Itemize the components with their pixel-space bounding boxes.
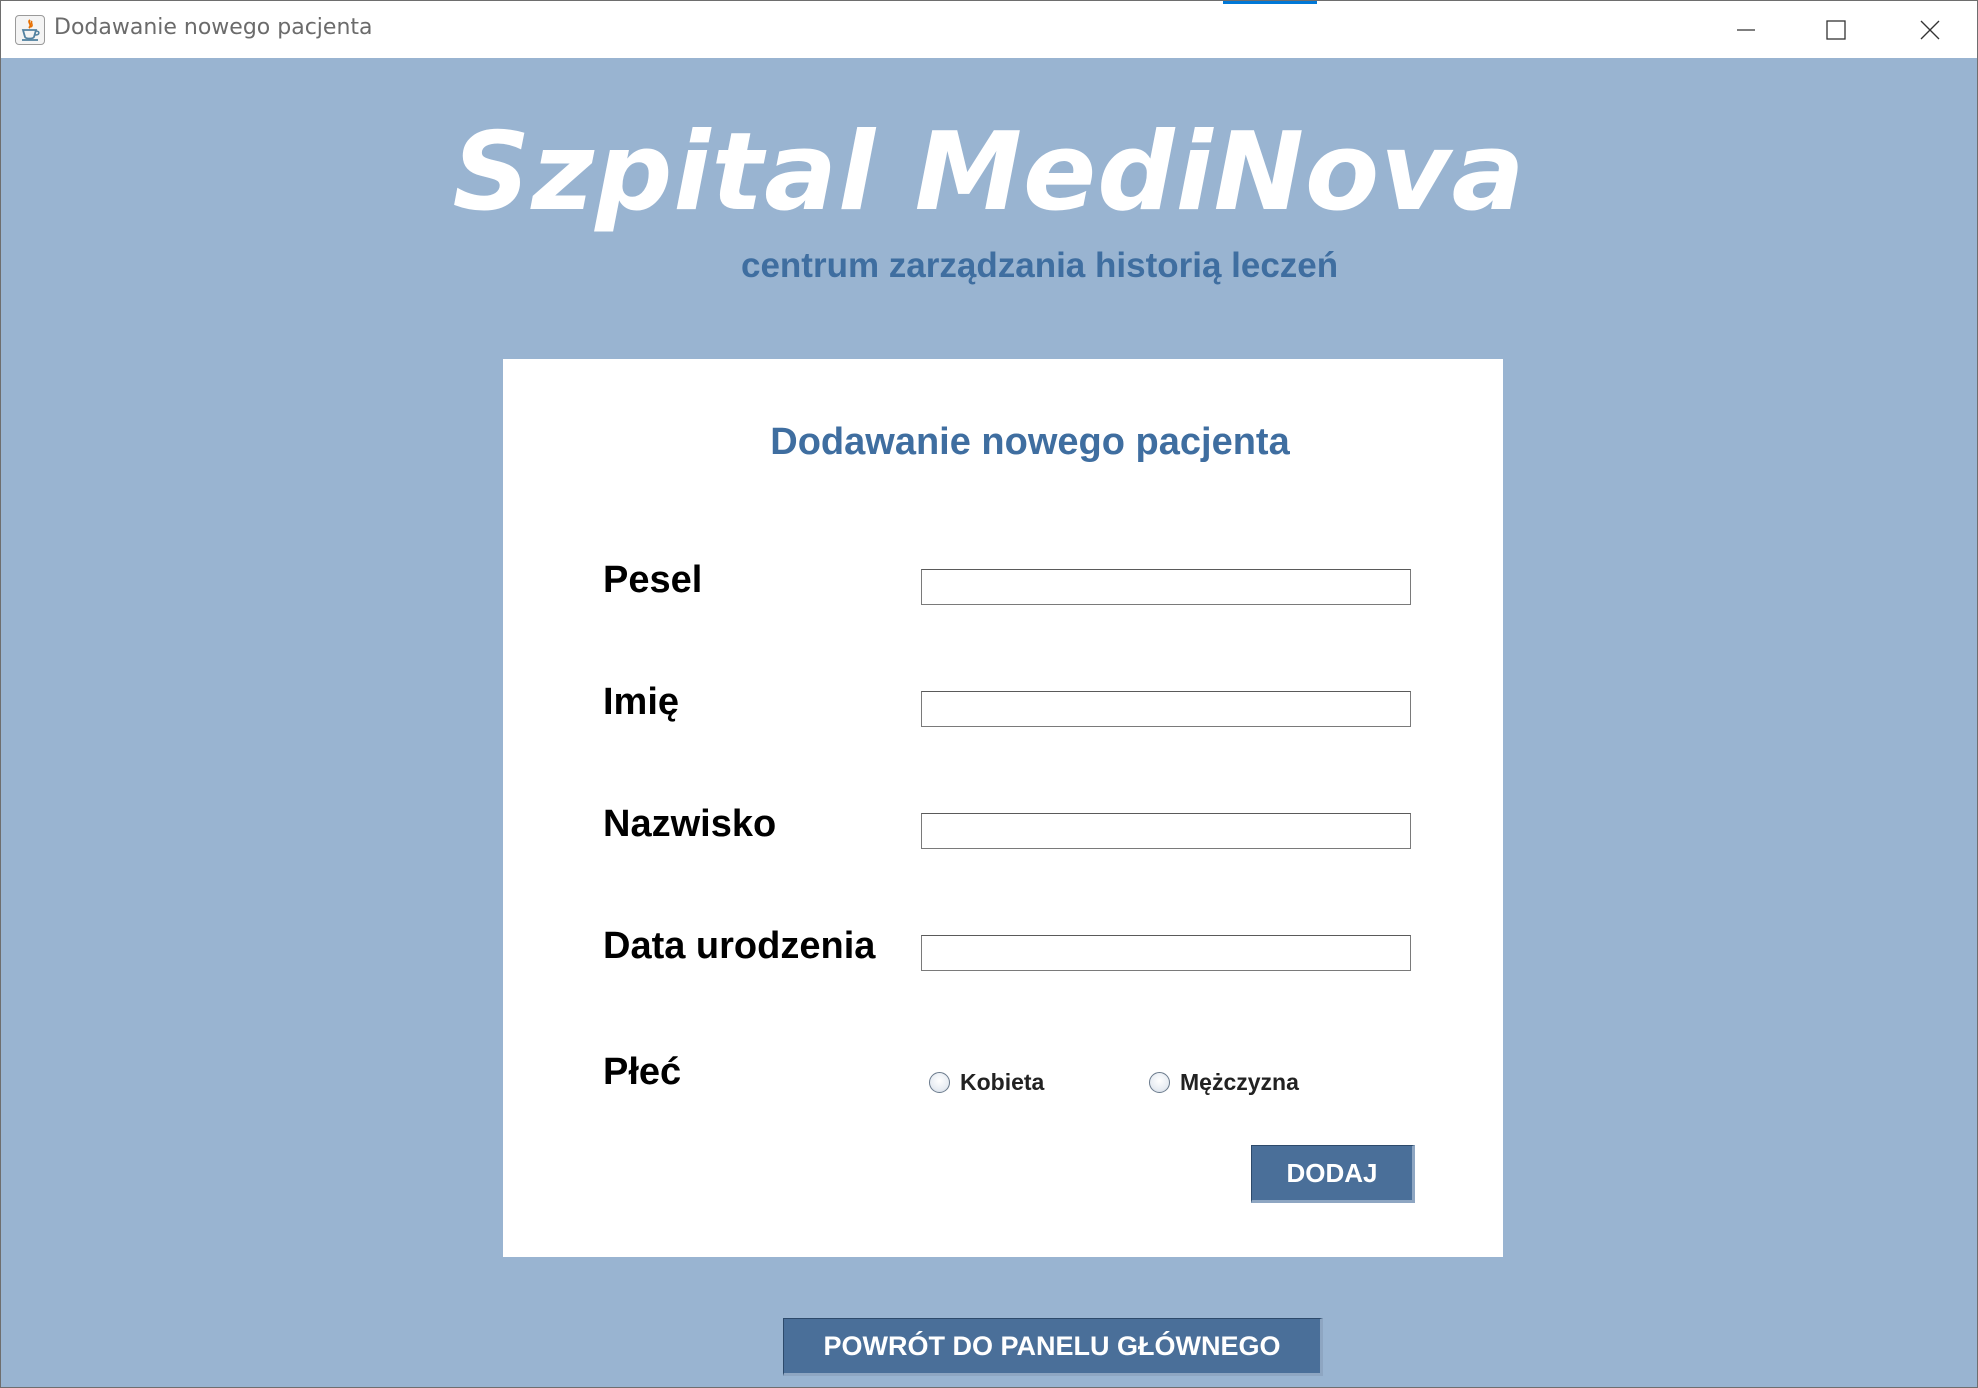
back-to-main-panel-button[interactable]: POWRÓT DO PANELU GŁÓWNEGO xyxy=(783,1318,1323,1376)
form-title: Dodawanie nowego pacjenta xyxy=(770,421,1290,463)
maximize-button[interactable] xyxy=(1791,1,1881,58)
gender-option-label: Kobieta xyxy=(960,1069,1045,1095)
add-patient-form: Dodawanie nowego pacjenta Pesel Imię Naz… xyxy=(503,359,1503,1257)
pesel-label: Pesel xyxy=(603,559,703,601)
minimize-icon xyxy=(1737,28,1755,31)
pesel-input[interactable] xyxy=(921,569,1411,605)
radio-circle-icon[interactable] xyxy=(1149,1072,1170,1093)
birth-date-input[interactable] xyxy=(921,935,1411,971)
hospital-name: Szpital MediNova xyxy=(452,110,1526,235)
radio-circle-icon[interactable] xyxy=(929,1072,950,1093)
app-window: Dodawanie nowego pacjenta Szpital MediNo… xyxy=(0,0,1978,1388)
birth-date-label: Data urodzenia xyxy=(603,925,876,967)
first-name-label: Imię xyxy=(603,681,680,723)
minimize-button[interactable] xyxy=(1701,1,1791,58)
maximize-icon xyxy=(1826,19,1846,40)
title-bar[interactable]: Dodawanie nowego pacjenta xyxy=(1,1,1977,58)
window-title: Dodawanie nowego pacjenta xyxy=(54,15,373,40)
gender-radio-female[interactable]: Kobieta xyxy=(929,1069,1044,1096)
gender-radio-male[interactable]: Mężczyzna xyxy=(1149,1069,1299,1096)
close-icon xyxy=(1920,20,1940,39)
close-button[interactable] xyxy=(1885,1,1975,58)
java-cup-icon[interactable] xyxy=(15,15,45,45)
first-name-input[interactable] xyxy=(921,691,1411,727)
add-patient-button[interactable]: DODAJ xyxy=(1251,1145,1415,1203)
last-name-label: Nazwisko xyxy=(603,803,777,845)
last-name-input[interactable] xyxy=(921,813,1411,849)
gender-label: Płeć xyxy=(603,1051,682,1093)
hospital-subtitle: centrum zarządzania historią leczeń xyxy=(741,246,1339,285)
title-bar-accent xyxy=(1223,1,1317,4)
gender-option-label: Mężczyzna xyxy=(1180,1069,1299,1095)
